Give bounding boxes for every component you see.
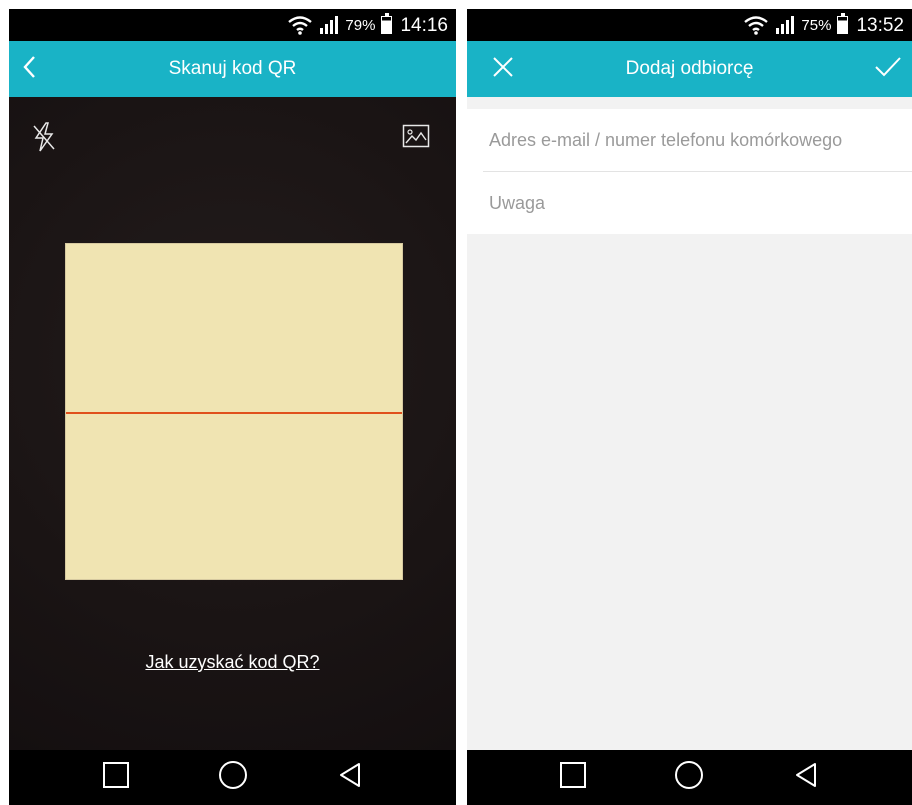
nav-back-button[interactable] (326, 754, 374, 802)
qr-help-link[interactable]: Jak uzyskać kod QR? (9, 652, 456, 673)
battery-percent: 75% (801, 16, 832, 34)
flash-toggle-button[interactable] (31, 121, 57, 158)
status-bar: 75% 13:52 (467, 9, 912, 41)
recipient-input[interactable] (489, 129, 912, 151)
page-title: Dodaj odbiorcę (625, 58, 754, 79)
signal-icon (319, 15, 339, 35)
checkmark-icon (874, 56, 902, 83)
scan-line (66, 412, 402, 414)
wifi-icon (287, 15, 313, 35)
battery-percent: 79% (345, 16, 376, 34)
wifi-icon (743, 15, 769, 35)
note-input[interactable] (489, 192, 912, 214)
home-button[interactable] (665, 754, 713, 802)
add-recipient-screen: 75% 13:52 Dodaj odbiorcę (467, 9, 912, 805)
recent-apps-icon (558, 760, 588, 795)
chevron-left-icon (21, 54, 39, 85)
page-title: Skanuj kod QR (168, 58, 297, 79)
qr-scanner-screen: 79% 14:16 Skanuj kod QR Jak uzyskać kod … (9, 9, 456, 805)
close-icon (491, 55, 515, 84)
gallery-button[interactable] (402, 124, 430, 153)
signal-icon (775, 15, 795, 35)
recipient-form (467, 109, 912, 234)
flash-off-icon (31, 122, 57, 157)
back-icon (791, 760, 821, 795)
status-time: 14:16 (400, 14, 448, 36)
close-button[interactable] (491, 41, 515, 97)
home-button[interactable] (209, 754, 257, 802)
image-gallery-icon (402, 124, 430, 152)
app-bar: Dodaj odbiorcę (467, 41, 912, 97)
home-icon (673, 759, 705, 796)
home-icon (217, 759, 249, 796)
qr-scan-frame (65, 243, 403, 580)
navigation-bar (467, 750, 912, 805)
nav-back-button[interactable] (782, 754, 830, 802)
recipient-field-row (467, 109, 912, 171)
battery-icon (381, 13, 393, 34)
app-bar: Skanuj kod QR (9, 41, 456, 97)
back-button[interactable] (21, 41, 39, 97)
note-field-row (467, 172, 912, 234)
recent-apps-icon (101, 760, 131, 795)
camera-viewfinder: Jak uzyskać kod QR? (9, 97, 456, 750)
screenshot-canvas: 79% 14:16 Skanuj kod QR Jak uzyskać kod … (0, 0, 912, 805)
recent-apps-button[interactable] (92, 754, 140, 802)
back-icon (335, 760, 365, 795)
status-time: 13:52 (856, 14, 904, 36)
recent-apps-button[interactable] (549, 754, 597, 802)
confirm-button[interactable] (874, 41, 902, 97)
form-area (467, 97, 912, 750)
battery-icon (837, 13, 849, 34)
status-bar: 79% 14:16 (9, 9, 456, 41)
navigation-bar (9, 750, 456, 805)
